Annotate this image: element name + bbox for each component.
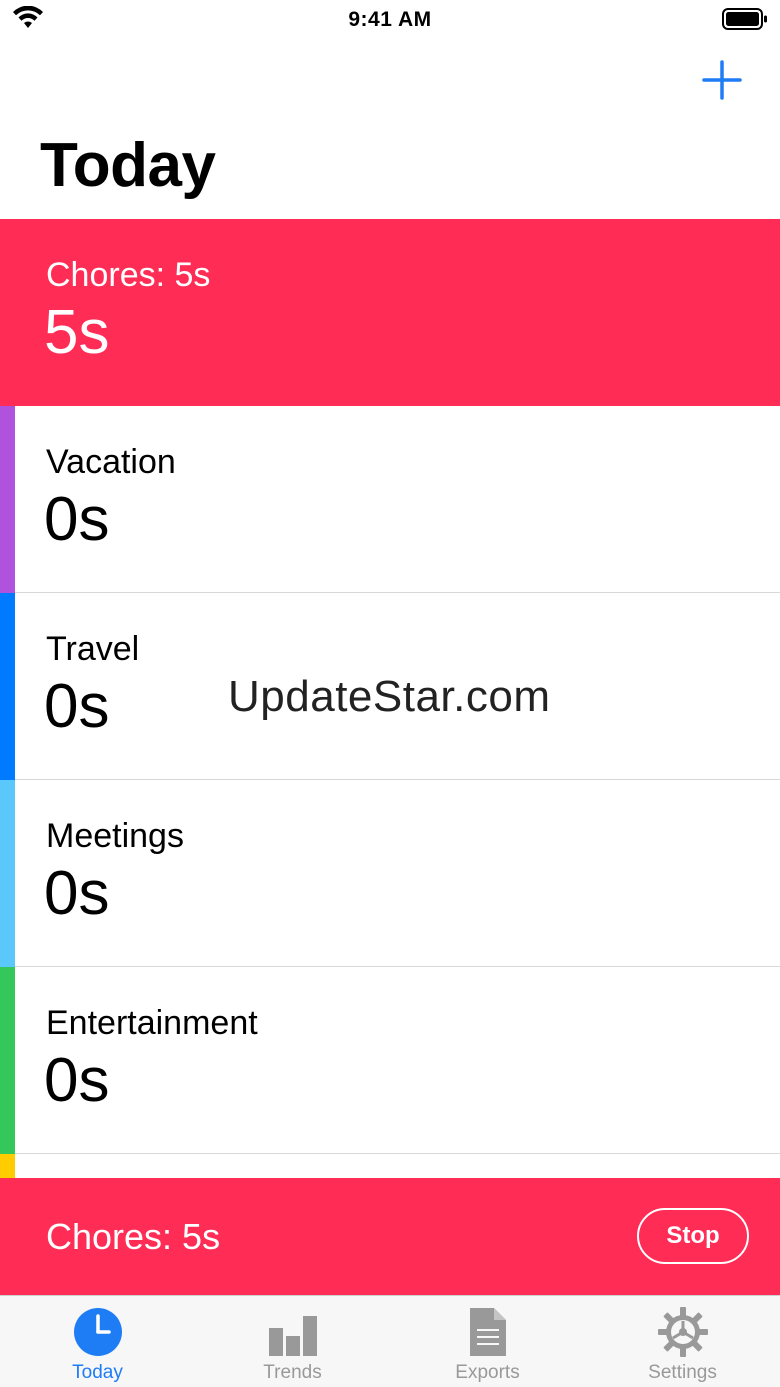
activity-row-entertainment[interactable]: Entertainment 0s — [0, 967, 780, 1154]
color-stripe — [0, 967, 15, 1154]
tab-label: Settings — [648, 1362, 717, 1383]
color-stripe — [0, 406, 15, 593]
status-time: 9:41 AM — [348, 8, 432, 31]
bar-chart-icon — [268, 1316, 317, 1356]
activity-row-meetings[interactable]: Meetings 0s — [0, 780, 780, 967]
color-stripe — [0, 780, 15, 967]
tab-label: Trends — [263, 1362, 322, 1383]
activity-time: 5s — [44, 298, 110, 367]
battery-icon — [722, 8, 767, 30]
activity-time: 0s — [44, 485, 110, 554]
tab-trends[interactable]: Trends — [195, 1296, 390, 1387]
tab-label: Today — [72, 1362, 123, 1383]
clock-icon — [73, 1308, 122, 1356]
page-title: Today — [40, 131, 216, 200]
activity-row-chores[interactable]: Chores: 5s 5s — [0, 219, 780, 406]
running-timer-label: Chores: 5s — [46, 1216, 221, 1257]
tab-label: Exports — [455, 1362, 520, 1383]
color-stripe — [0, 1154, 15, 1179]
activity-name: Chores: 5s — [46, 256, 211, 294]
color-stripe — [0, 593, 15, 780]
activity-row-vacation[interactable]: Vacation 0s — [0, 406, 780, 593]
activity-name: Meetings — [46, 817, 184, 855]
document-icon — [469, 1308, 506, 1356]
activity-name: Entertainment — [46, 1004, 258, 1042]
activity-name: Vacation — [46, 443, 176, 481]
activity-row-partial[interactable] — [0, 1154, 780, 1179]
status-bar: 9:41 AM — [0, 0, 780, 40]
watermark-text: UpdateStar.com — [228, 672, 551, 721]
tab-today[interactable]: Today — [0, 1296, 195, 1387]
plus-icon[interactable] — [700, 58, 744, 102]
activity-name: Travel — [46, 630, 140, 668]
tab-bar: Today Trends Exports Settings — [0, 1295, 780, 1387]
running-timer-bar[interactable]: Chores: 5s Stop — [0, 1178, 780, 1295]
stop-button[interactable]: Stop — [637, 1208, 749, 1264]
tab-settings[interactable]: Settings — [585, 1296, 780, 1387]
gear-icon — [657, 1307, 708, 1357]
activity-time: 0s — [44, 1046, 110, 1115]
activity-time: 0s — [44, 859, 110, 928]
tab-exports[interactable]: Exports — [390, 1296, 585, 1387]
activity-time: 0s — [44, 672, 110, 741]
